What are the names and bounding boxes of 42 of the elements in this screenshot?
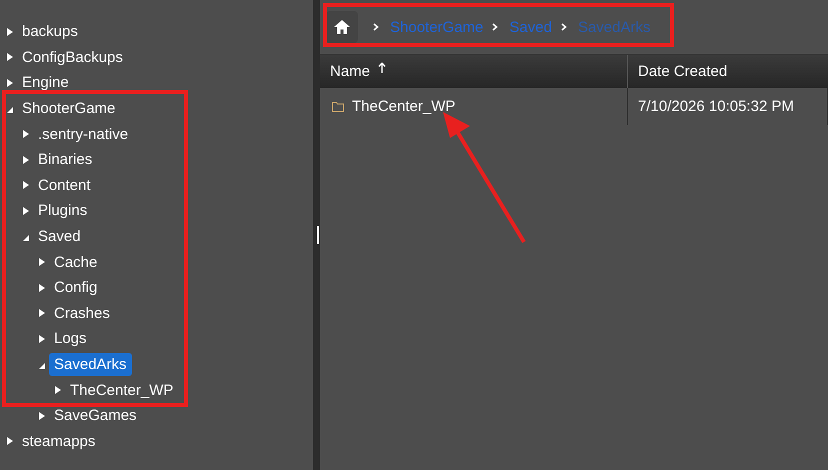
- tree-item[interactable]: Engine: [17, 71, 74, 94]
- expand-icon[interactable]: [38, 334, 46, 344]
- expand-icon[interactable]: [22, 180, 30, 190]
- table-cell: 7/10/2026 10:05:32 PM: [628, 88, 828, 125]
- tree-item[interactable]: Crashes: [49, 302, 115, 325]
- tree-item[interactable]: Cache: [49, 250, 102, 274]
- expand-icon[interactable]: [6, 26, 14, 37]
- expand-icon[interactable]: [6, 78, 14, 88]
- tree-item[interactable]: .sentry-native: [33, 122, 134, 146]
- chevron-icon: [560, 22, 568, 32]
- tree-item[interactable]: Binaries: [33, 148, 98, 172]
- home-button[interactable]: [326, 11, 358, 43]
- expand-icon[interactable]: [6, 52, 14, 62]
- expand-icon[interactable]: [6, 436, 14, 446]
- expand-icon[interactable]: [22, 154, 30, 165]
- tree-item[interactable]: Logs: [49, 327, 92, 350]
- expand-icon[interactable]: [22, 129, 30, 140]
- expand-icon[interactable]: [38, 410, 46, 421]
- tree-item[interactable]: steamapps: [17, 430, 100, 453]
- file-name: TheCenter_WP: [352, 98, 456, 115]
- column-header[interactable]: Date Created: [628, 55, 828, 88]
- splitter-handle[interactable]: [317, 226, 320, 244]
- tree-item[interactable]: Config: [49, 276, 102, 300]
- tree-item[interactable]: SavedArks: [49, 353, 132, 376]
- chevron-icon: [491, 22, 500, 32]
- expand-icon[interactable]: [54, 385, 62, 396]
- home-icon: [334, 20, 350, 34]
- expand-icon[interactable]: [38, 257, 46, 268]
- tree-item[interactable]: backups: [17, 20, 83, 44]
- expand-icon[interactable]: [38, 282, 46, 293]
- tree-item[interactable]: TheCenter_WP: [65, 378, 178, 402]
- expand-icon[interactable]: [38, 308, 46, 318]
- tree-item[interactable]: Saved: [33, 225, 86, 248]
- column-header[interactable]: Name: [320, 55, 628, 88]
- tree-item[interactable]: Content: [33, 174, 96, 197]
- tree-item[interactable]: ConfigBackups: [17, 46, 128, 69]
- tree-item[interactable]: ShooterGame: [17, 97, 120, 120]
- expand-icon[interactable]: [22, 206, 30, 216]
- chevron-icon: [372, 22, 380, 32]
- tree-item[interactable]: Plugins: [33, 199, 92, 222]
- tree-item[interactable]: SaveGames: [49, 404, 142, 428]
- folder-icon: [332, 101, 344, 112]
